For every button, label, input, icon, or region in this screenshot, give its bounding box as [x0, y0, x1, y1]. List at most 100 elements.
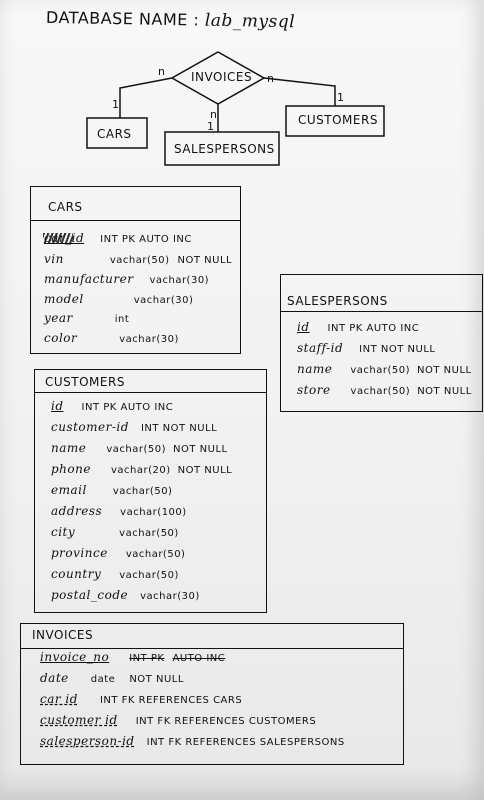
- customers-field-row: email vachar(50): [51, 483, 172, 497]
- cars-field-row: manufacturer vachar(30): [44, 272, 209, 286]
- customers-field-type: vachar(100): [120, 507, 187, 518]
- cars-field-type: int: [114, 314, 130, 325]
- invoices-title-divider: [20, 648, 404, 649]
- invoices-field-flags: NOT NULL: [129, 674, 184, 685]
- customers-field-name: customer-id: [51, 420, 129, 434]
- salespersons-field-row: name vachar(50) NOT NULL: [297, 362, 472, 376]
- customers-field-type: vachar(20): [110, 465, 171, 476]
- invoices-table-title: INVOICES: [32, 628, 94, 642]
- customers-field-type: vachar(30): [140, 591, 200, 602]
- invoices-field-type: INT PK: [129, 653, 165, 664]
- cars-field-row: model vachar(30): [44, 292, 193, 306]
- cardinality-invoice-cars: n: [158, 65, 166, 78]
- cars-field-row: color vachar(30): [44, 331, 179, 345]
- invoices-field-type: INT FK REFERENCES SALESPERSONS: [146, 737, 345, 748]
- cars-field-type: vachar(50): [109, 255, 170, 266]
- cardinality-salespersons: 1: [207, 120, 215, 133]
- cardinality-customers: 1: [337, 91, 345, 104]
- customers-field-name: address: [51, 504, 103, 518]
- cars-id-scribble: [43, 233, 73, 243]
- customers-field-row: name vachar(50) NOT NULL: [51, 441, 228, 455]
- cars-field-type: INT PK AUTO INC: [100, 234, 192, 245]
- invoices-field-type: INT FK REFERENCES CARS: [99, 695, 243, 706]
- cars-field-name: model: [44, 292, 84, 306]
- customers-field-type: vachar(50): [125, 549, 186, 560]
- salespersons-field-row: staff-id INT NOT NULL: [297, 341, 435, 355]
- cars-field-name: color: [44, 331, 78, 345]
- invoices-field-row: salesperson-id INT FK REFERENCES SALESPE…: [40, 734, 345, 748]
- customers-field-name: email: [51, 483, 87, 497]
- cars-er-label: CARS: [97, 127, 132, 141]
- customers-field-row: city vachar(50): [51, 525, 179, 539]
- customers-field-row: province vachar(50): [51, 546, 185, 560]
- salespersons-field-row: id INT PK AUTO INC: [297, 320, 419, 334]
- invoices-field-row: car id INT FK REFERENCES CARS: [40, 692, 242, 706]
- customers-field-flags: NOT NULL: [173, 444, 228, 455]
- salespersons-field-name: staff-id: [297, 341, 344, 355]
- invoices-field-flags: AUTO INC: [172, 653, 226, 664]
- invoices-field-type: INT FK REFERENCES CUSTOMERS: [135, 716, 317, 727]
- customers-field-name: id: [51, 399, 64, 413]
- cars-field-type: vachar(30): [133, 295, 194, 306]
- customers-field-name: postal_code: [51, 588, 129, 602]
- salespersons-field-flags: NOT NULL: [417, 365, 472, 376]
- cars-table-title: CARS: [48, 200, 83, 214]
- invoices-er-label: INVOICES: [191, 70, 253, 84]
- customers-field-row: country vachar(50): [51, 567, 179, 581]
- customers-field-flags: NOT NULL: [177, 465, 233, 476]
- salespersons-title-divider: [280, 311, 483, 312]
- invoices-field-row: customer id INT FK REFERENCES CUSTOMERS: [40, 713, 316, 727]
- salespersons-field-flags: NOT NULL: [417, 386, 472, 397]
- customers-field-row: phone vachar(20) NOT NULL: [51, 462, 232, 476]
- cars-field-name: manufacturer: [44, 272, 134, 286]
- invoices-field-type: date: [90, 674, 116, 685]
- invoices-field-name: car id: [40, 692, 78, 706]
- customers-field-name: country: [51, 567, 102, 581]
- salespersons-er-label: SALESPERSONS: [174, 142, 275, 156]
- customers-field-name: name: [51, 441, 87, 455]
- cardinality-invoice-customers: n: [267, 72, 275, 85]
- cars-field-row: year int: [44, 311, 129, 325]
- salespersons-field-type: vachar(50): [350, 365, 411, 376]
- cars-title-divider: [30, 220, 241, 221]
- cars-field-name: year: [44, 311, 73, 325]
- invoices-field-name: date: [40, 671, 69, 685]
- salespersons-field-type: INT PK AUTO INC: [327, 323, 420, 334]
- customers-field-name: phone: [51, 462, 91, 476]
- invoices-field-name: invoice_no: [40, 650, 110, 664]
- customers-er-label: CUSTOMERS: [298, 113, 378, 127]
- cars-field-type: vachar(30): [119, 334, 179, 345]
- salespersons-field-name: name: [297, 362, 333, 376]
- cars-connector: [119, 77, 173, 118]
- salespersons-table-title: SALESPERSONS: [287, 294, 388, 308]
- cardinality-cars: 1: [112, 98, 120, 111]
- customers-field-row: address vachar(100): [51, 504, 187, 518]
- invoices-field-name: customer id: [40, 713, 118, 727]
- customers-field-type: vachar(50): [119, 570, 179, 581]
- salespersons-field-name: id: [297, 320, 310, 334]
- customers-field-name: city: [51, 525, 76, 539]
- customers-field-type: INT NOT NULL: [140, 423, 218, 434]
- customers-connector: [263, 77, 336, 106]
- customers-field-row: customer-id INT NOT NULL: [51, 420, 217, 434]
- customers-field-type: vachar(50): [112, 486, 173, 497]
- cars-field-flags: NOT NULL: [177, 255, 233, 266]
- invoices-field-name: salesperson-id: [40, 734, 135, 748]
- customers-table-title: CUSTOMERS: [45, 375, 125, 389]
- customers-field-name: province: [51, 546, 108, 560]
- salespersons-field-name: store: [297, 383, 331, 397]
- customers-field-type: vachar(50): [119, 528, 179, 539]
- invoices-field-row: date date NOT NULL: [40, 671, 184, 685]
- salespersons-field-type: vachar(50): [350, 386, 411, 397]
- customers-field-row: postal_code vachar(30): [51, 588, 200, 602]
- salespersons-field-type: INT NOT NULL: [359, 344, 436, 355]
- cars-field-name: vin: [44, 252, 64, 266]
- customers-field-type: vachar(50): [106, 444, 167, 455]
- cars-field-type: vachar(30): [149, 275, 210, 286]
- customers-field-row: id INT PK AUTO INC: [51, 399, 173, 413]
- invoices-field-row: invoice_no INT PK AUTO INC: [40, 650, 225, 664]
- customers-field-type: INT PK AUTO INC: [81, 402, 174, 413]
- salespersons-field-row: store vachar(50) NOT NULL: [297, 383, 472, 397]
- cars-field-row: vin vachar(50) NOT NULL: [44, 252, 232, 266]
- customers-title-divider: [34, 392, 267, 393]
